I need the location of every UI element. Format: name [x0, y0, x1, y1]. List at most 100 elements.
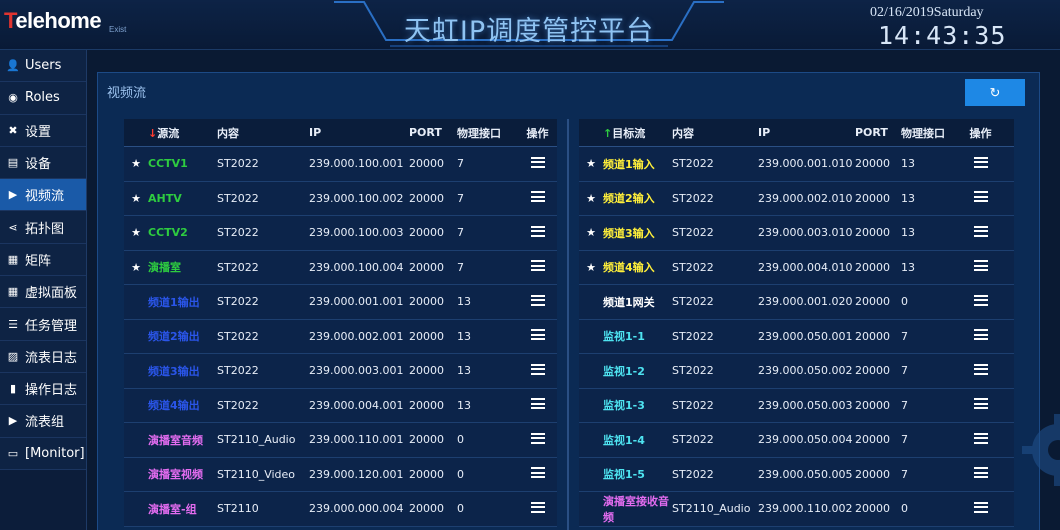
header-name[interactable]: ↑目标流: [603, 125, 672, 141]
menu-icon[interactable]: [530, 225, 545, 237]
star-icon[interactable]: ★: [586, 261, 596, 274]
star-icon[interactable]: ★: [586, 157, 596, 170]
menu-icon[interactable]: [530, 467, 545, 479]
star-icon[interactable]: ★: [586, 192, 596, 205]
sidebar-item-6[interactable]: ▦ 矩阵: [0, 243, 86, 277]
sidebar-item-7[interactable]: ▦ 虚拟面板: [0, 276, 86, 309]
sidebar-item-1[interactable]: ◉ Roles: [0, 82, 86, 115]
menu-icon[interactable]: [973, 329, 988, 341]
sidebar-item-3[interactable]: ▤ 设备: [0, 146, 86, 180]
table-row[interactable]: 演播室视频 ST2110_Video 239.000.120.001 20000 0: [124, 458, 557, 492]
menu-icon[interactable]: [530, 329, 545, 341]
stream-ip: 239.000.120.001: [309, 467, 404, 481]
stream-content: ST2022: [672, 398, 714, 412]
sidebar-item-9[interactable]: ▨ 流表日志: [0, 340, 86, 373]
stream-phy: 13: [901, 260, 915, 274]
table-row[interactable]: 频道1输出 ST2022 239.000.001.001 20000 13: [124, 285, 557, 320]
menu-icon[interactable]: [973, 156, 988, 168]
menu-icon[interactable]: [530, 191, 545, 203]
menu-icon[interactable]: [530, 363, 545, 375]
menu-icon[interactable]: [530, 260, 545, 272]
sidebar-item-label: 流表日志: [25, 350, 78, 366]
menu-icon[interactable]: [973, 432, 988, 444]
sidebar-item-10[interactable]: ▮ 操作日志: [0, 372, 86, 406]
menu-icon[interactable]: [973, 467, 988, 479]
table-row[interactable]: 演播室-组 ST2110 239.000.000.004 20000 0: [124, 492, 557, 527]
table-row[interactable]: ★ AHTV ST2022 239.000.100.002 20000 7: [124, 182, 557, 216]
menu-icon[interactable]: [973, 191, 988, 203]
menu-icon[interactable]: [530, 156, 545, 168]
table-row[interactable]: 监视1-1 ST2022 239.000.050.001 20000 7: [579, 320, 1014, 354]
menu-icon[interactable]: [973, 225, 988, 237]
stream-phy: 7: [457, 226, 464, 240]
header-phy: 物理接口: [457, 126, 501, 140]
sidebar-item-label: 视频流: [25, 189, 65, 205]
menu-icon[interactable]: [973, 260, 988, 272]
sidebar-item-label: 矩阵: [25, 253, 52, 269]
operation-cell: [518, 398, 557, 412]
sidebar-item-4[interactable]: ▶ 视频流: [0, 179, 86, 212]
menu-icon[interactable]: [530, 398, 545, 410]
table-row[interactable]: 监视1-3 ST2022 239.000.050.003 20000 7: [579, 389, 1014, 423]
menu-icon[interactable]: [530, 501, 545, 513]
table-row[interactable]: 监视1-5 ST2022 239.000.050.005 20000 7: [579, 458, 1014, 492]
star-icon[interactable]: ★: [131, 192, 141, 205]
stream-phy: 13: [457, 398, 471, 412]
table-row[interactable]: ★ 频道3输入 ST2022 239.000.003.010 20000 13: [579, 216, 1014, 251]
menu-icon[interactable]: [530, 294, 545, 306]
menu-icon[interactable]: [973, 398, 988, 410]
header-name[interactable]: ↓源流: [148, 125, 217, 141]
stream-content: ST2110_Video: [217, 467, 296, 481]
user-icon: 👤: [6, 59, 20, 73]
stream-name: 频道3输入: [603, 226, 655, 240]
stream-content: ST2022: [672, 329, 714, 343]
stream-port: 20000: [855, 226, 890, 240]
sidebar: 👤 Users ◉ Roles ✖ 设置 ▤ 设备 ▶ 视频流 ⋖ 拓扑图 ▦ 矩阵 ▦ 虚拟面板 ☰ 任务管理 ▨…: [0, 50, 87, 530]
stream-port: 20000: [409, 364, 444, 378]
stream-name: CCTV2: [148, 226, 188, 240]
menu-icon[interactable]: [973, 363, 988, 375]
sidebar-item-2[interactable]: ✖ 设置: [0, 114, 86, 147]
table-row[interactable]: ★ 频道2输入 ST2022 239.000.002.010 20000 13: [579, 182, 1014, 216]
star-icon[interactable]: ★: [131, 157, 141, 170]
sidebar-item-12[interactable]: ▭ [Monitor]: [0, 437, 86, 470]
sidebar-item-0[interactable]: 👤 Users: [0, 50, 86, 83]
stream-ip: 239.000.000.004: [309, 502, 404, 516]
menu-icon[interactable]: [973, 501, 988, 513]
table-row[interactable]: ★ CCTV2 ST2022 239.000.100.003 20000 7: [124, 216, 557, 251]
table-row[interactable]: ★ CCTV1 ST2022 239.000.100.001 20000 7: [124, 147, 557, 182]
table-row[interactable]: 频道3输出 ST2022 239.000.003.001 20000 13: [124, 354, 557, 389]
device-icon: ▤: [7, 156, 19, 170]
stream-content: ST2022: [217, 364, 259, 378]
table-row[interactable]: 监视1-2 ST2022 239.000.050.002 20000 7: [579, 354, 1014, 389]
menu-icon[interactable]: [530, 432, 545, 444]
table-row[interactable]: ★ 演播室 ST2022 239.000.100.004 20000 7: [124, 251, 557, 285]
sidebar-item-5[interactable]: ⋖ 拓扑图: [0, 211, 86, 244]
operation-cell: [961, 156, 1000, 171]
sidebar-item-8[interactable]: ☰ 任务管理: [0, 308, 86, 341]
table-row[interactable]: 频道1网关 ST2022 239.000.001.020 20000 0: [579, 285, 1014, 320]
sidebar-item-11[interactable]: ▶ 流表组: [0, 405, 86, 438]
header-content: 内容: [672, 126, 694, 140]
stream-port: 20000: [409, 226, 444, 240]
table-row[interactable]: 频道2输出 ST2022 239.000.002.001 20000 13: [124, 320, 557, 354]
star-icon[interactable]: ★: [586, 226, 596, 239]
stream-content: ST2022: [672, 226, 714, 240]
stream-ip: 239.000.050.004: [758, 433, 853, 447]
table-row[interactable]: 频道4输出 ST2022 239.000.004.001 20000 13: [124, 389, 557, 423]
stream-phy: 13: [457, 364, 471, 378]
stream-name: 监视1-1: [603, 330, 645, 344]
table-row[interactable]: 演播室接收音频 ST2110_Audio 239.000.110.002 20000 0: [579, 492, 1014, 527]
star-icon[interactable]: ★: [131, 226, 141, 239]
stream-ip: 239.000.003.010: [758, 226, 853, 240]
star-icon[interactable]: ★: [131, 261, 141, 274]
stream-port: 20000: [409, 191, 444, 205]
refresh-button[interactable]: ↻: [965, 79, 1025, 106]
table-row[interactable]: 演播室音频 ST2110_Audio 239.000.110.001 20000 0: [124, 423, 557, 458]
table-row[interactable]: ★ 频道4输入 ST2022 239.000.004.010 20000 13: [579, 251, 1014, 285]
header-port: PORT: [409, 126, 442, 139]
operation-cell: [518, 156, 557, 171]
table-row[interactable]: 监视1-4 ST2022 239.000.050.004 20000 7: [579, 423, 1014, 458]
menu-icon[interactable]: [973, 294, 988, 306]
table-row[interactable]: ★ 频道1输入 ST2022 239.000.001.010 20000 13: [579, 147, 1014, 182]
